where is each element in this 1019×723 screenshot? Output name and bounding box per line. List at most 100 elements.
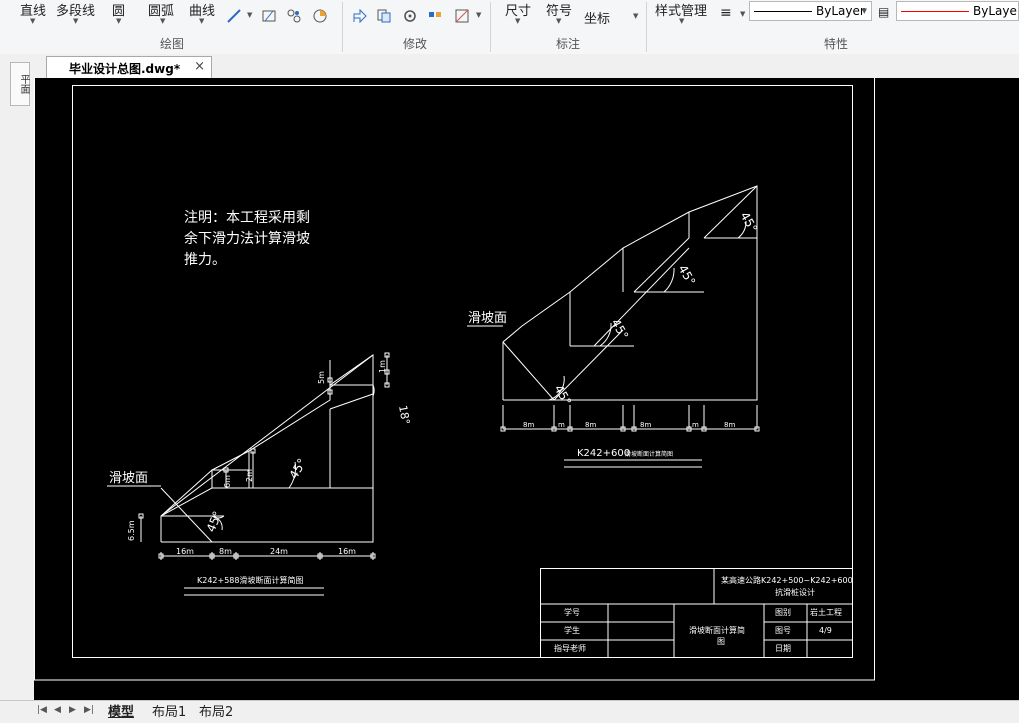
right-dim-3: 8m — [585, 421, 596, 429]
drawing-svg: 注明：本工程采用剩 余下滑力法计算滑坡 推力。 滑坡面 45° 45° 18° … — [34, 78, 875, 681]
right-dim-2: m — [558, 421, 565, 429]
modify-group-title: 修改 — [403, 37, 428, 51]
note-line-3: 推力。 — [184, 252, 226, 268]
dimension-dropdown-arrow[interactable]: ▼ — [515, 17, 520, 25]
prev-tab-icon[interactable]: ◀ — [54, 705, 61, 715]
tab-layout1[interactable]: 布局1 — [152, 701, 186, 720]
region-icon[interactable] — [286, 8, 302, 24]
left-dim-1: 16m — [176, 547, 194, 556]
tab-layout2[interactable]: 布局2 — [199, 701, 233, 720]
right-dim-6: 8m — [724, 421, 735, 429]
color-select[interactable]: ByLaye — [896, 1, 1019, 21]
sheet-border — [34, 78, 875, 681]
ribbon: 直线 ▼ 多段线 ▼ 圆 ▼ 圆弧 ▼ 曲线 ▼ ▼ 绘图 ▼ 修改 尺寸 ▼ … — [0, 0, 1019, 55]
left-slip-line — [160, 469, 213, 517]
document-tab-bar: 毕业设计总图.dwg* × — [0, 54, 1019, 78]
group-separator — [646, 2, 647, 52]
right-slip-line-1 — [502, 341, 555, 401]
lineweight-dropdown-arrow[interactable]: ▼ — [740, 10, 745, 18]
left-slope-line — [160, 354, 374, 517]
curve-dropdown-arrow[interactable]: ▼ — [199, 17, 204, 25]
wipeout-icon[interactable] — [312, 8, 328, 24]
right-angle-1: 45° — [551, 383, 574, 408]
layer-icon[interactable]: ▤ — [878, 5, 889, 19]
title-block-number-label: 图号 — [775, 626, 791, 635]
note-line-2: 余下滑力法计算滑坡 — [184, 230, 310, 247]
document-tab[interactable]: 毕业设计总图.dwg* × — [46, 56, 212, 78]
copy-icon[interactable] — [376, 8, 392, 24]
left-height-3: 6m — [223, 475, 232, 488]
coordinate-dropdown-arrow[interactable]: ▼ — [633, 12, 638, 20]
drawing-canvas[interactable]: 注明：本工程采用剩 余下滑力法计算滑坡 推力。 滑坡面 45° 45° 18° … — [34, 78, 1019, 704]
first-tab-icon[interactable]: |◀ — [37, 705, 47, 715]
drawing-frame — [72, 85, 853, 658]
linetype-value: ByLayer — [816, 4, 865, 18]
color-value: ByLaye — [973, 4, 1017, 18]
xline-dropdown-arrow[interactable]: ▼ — [247, 11, 252, 19]
title-block-category-label: 图别 — [775, 608, 791, 617]
left-height-2: 2m — [245, 469, 254, 482]
right-angle-3: 45° — [675, 263, 698, 288]
left-toolbar: 平面 — [0, 54, 34, 704]
symbol-dropdown-arrow[interactable]: ▼ — [556, 17, 561, 25]
array-icon[interactable] — [427, 8, 443, 24]
annotate-group-title: 标注 — [556, 37, 581, 51]
left-height-4: 5m — [317, 371, 326, 384]
left-height-1: 6.5m — [127, 520, 136, 541]
title-block-drawing-name-1: 滑坡断面计算简 — [689, 625, 745, 635]
last-tab-icon[interactable]: ▶| — [84, 705, 94, 715]
tab-model[interactable]: 模型 — [108, 701, 134, 720]
stretch-icon[interactable] — [352, 8, 368, 24]
left-angle-1: 45° — [204, 509, 225, 534]
left-angle-2: 45° — [286, 456, 309, 481]
title-block-label-advisor: 指导老师 — [554, 643, 586, 653]
left-section-outline — [160, 354, 374, 543]
plan-view-button[interactable]: 平面 — [10, 62, 30, 106]
right-angle-2: 45° — [608, 317, 631, 342]
polyline-dropdown-arrow[interactable]: ▼ — [73, 17, 78, 25]
title-block-project-1: 某高速公路K242+500~K242+600 — [721, 575, 853, 585]
group-separator — [490, 2, 491, 52]
xline-icon[interactable] — [226, 8, 242, 24]
title-block-category-value: 岩土工程 — [810, 607, 842, 617]
line-dropdown-arrow[interactable]: ▼ — [30, 17, 35, 25]
arc-dropdown-arrow[interactable]: ▼ — [160, 17, 165, 25]
group-separator — [342, 2, 343, 52]
note-line-1: 注明：本工程采用剩 — [184, 210, 310, 226]
plan-view-label: 平面 — [18, 74, 29, 94]
draw-group-title: 绘图 — [160, 37, 185, 51]
right-dim-5: m — [692, 421, 699, 429]
hatch-icon[interactable] — [261, 8, 277, 24]
right-dim-1: 8m — [523, 421, 534, 429]
title-block-drawing-name-2: 图 — [717, 637, 725, 646]
style-manager-dropdown-arrow[interactable]: ▼ — [679, 17, 684, 25]
left-dim-4: 16m — [338, 547, 356, 556]
right-dim-4: 8m — [640, 421, 651, 429]
right-section-title: K242+600 — [577, 448, 630, 459]
left-section-title: K242+588滑坡断面计算简图 — [197, 575, 304, 585]
left-height-5: 1m — [378, 360, 387, 373]
chevron-down-icon: ▼ — [861, 7, 867, 15]
right-section-outline — [502, 185, 758, 401]
next-tab-icon[interactable]: ▶ — [69, 705, 76, 715]
title-block-number-value: 4/9 — [819, 626, 832, 635]
left-angle-3: 18° — [396, 404, 412, 425]
modify-more-arrow[interactable]: ▼ — [476, 11, 481, 19]
lineweight-icon[interactable]: ≡ — [720, 5, 732, 21]
explode-icon[interactable] — [454, 8, 470, 24]
rotate-icon[interactable] — [402, 8, 418, 24]
linetype-select[interactable]: ByLayer ▼ — [749, 1, 872, 21]
left-dim-3: 24m — [270, 547, 288, 556]
title-block-date-label: 日期 — [775, 644, 791, 653]
properties-group-title: 特性 — [824, 37, 849, 51]
coordinate-tool[interactable]: 坐标 — [584, 8, 610, 27]
title-block-project-2: 抗滑桩设计 — [775, 587, 815, 597]
title-block-label-student-id: 学号 — [564, 607, 580, 617]
linetype-preview — [754, 11, 812, 12]
document-tab-label: 毕业设计总图.dwg* — [69, 62, 181, 76]
close-icon[interactable]: × — [194, 59, 205, 74]
circle-dropdown-arrow[interactable]: ▼ — [116, 17, 121, 25]
color-preview — [901, 11, 969, 12]
left-dim-2: 8m — [219, 547, 232, 556]
right-slide-label: 滑坡面 — [468, 311, 507, 326]
